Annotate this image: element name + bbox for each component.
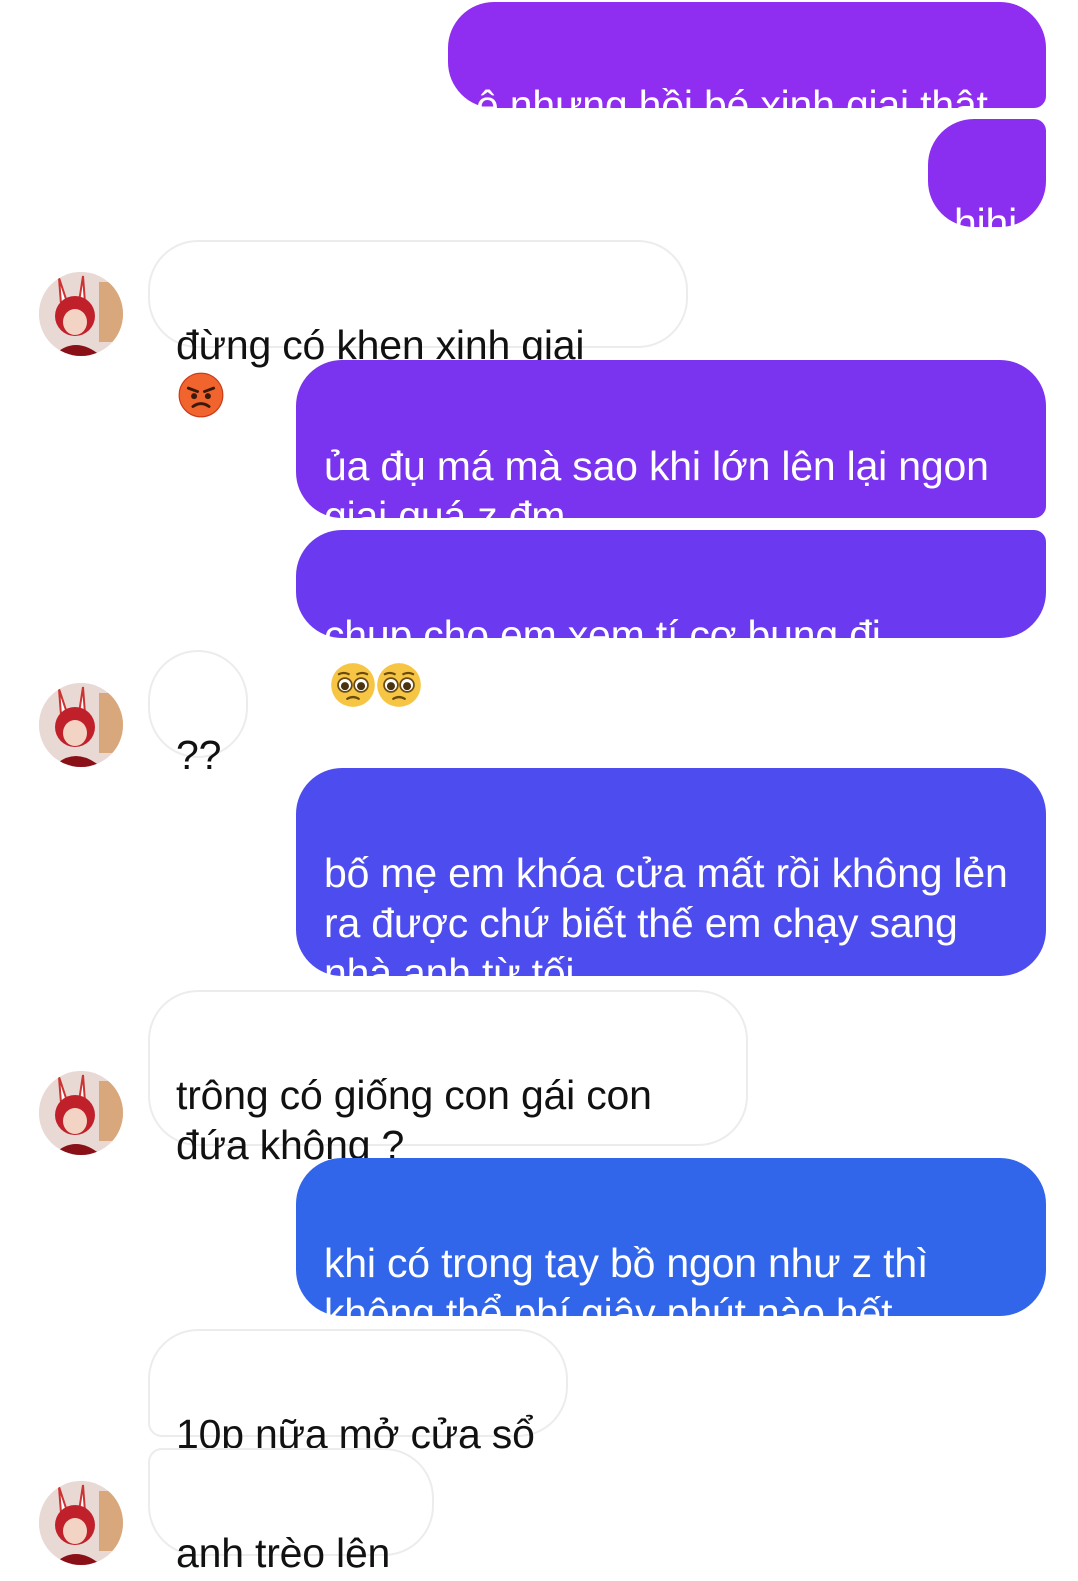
contact-avatar[interactable]	[39, 1071, 123, 1155]
incoming-message[interactable]: 10p nữa mở cửa sổ	[148, 1329, 568, 1457]
incoming-message[interactable]: ??	[148, 650, 248, 778]
contact-avatar[interactable]	[39, 683, 123, 767]
message-text: ê nhưng hồi bé xinh giai thật	[476, 82, 988, 128]
incoming-message[interactable]: đừng có khen xinh giai	[148, 240, 688, 418]
avatar-image	[39, 272, 123, 356]
incoming-message[interactable]: anh trèo lên	[148, 1448, 434, 1576]
pleading-face-icon	[377, 663, 421, 707]
incoming-message[interactable]: trông có giống con gái con đứa không ?	[148, 990, 748, 1168]
message-text: ??	[176, 732, 222, 778]
outgoing-message[interactable]: hihi	[928, 119, 1046, 246]
message-text: ủa đụ má mà sao khi lớn lên lại ngon gia…	[324, 443, 989, 539]
outgoing-message[interactable]: khi có trong tay bồ ngon như z thì không…	[296, 1158, 1046, 1386]
outgoing-message[interactable]: ê nhưng hồi bé xinh giai thật	[448, 2, 1046, 128]
outgoing-message[interactable]: chụp cho em xem tí cơ bụng đi	[296, 530, 1046, 707]
contact-avatar[interactable]	[39, 272, 123, 356]
avatar-image	[39, 1071, 123, 1155]
message-text: hihi	[954, 200, 1018, 246]
message-text: trông có giống con gái con đứa không ?	[176, 1072, 652, 1168]
message-text: bố mẹ em khóa cửa mất rồi không lẻn ra đ…	[324, 850, 1008, 996]
angry-face-icon	[178, 372, 224, 418]
outgoing-message[interactable]: bố mẹ em khóa cửa mất rồi không lẻn ra đ…	[296, 768, 1046, 1045]
message-text: khi có trong tay bồ ngon như z thì không…	[324, 1240, 929, 1336]
message-text: anh trèo lên	[176, 1530, 391, 1576]
contact-avatar[interactable]	[39, 1481, 123, 1565]
message-text: chụp cho em xem tí cơ bụng đi	[324, 612, 881, 658]
pleading-face-icon	[331, 663, 375, 707]
avatar-image	[39, 1481, 123, 1565]
avatar-image	[39, 683, 123, 767]
outgoing-message[interactable]: ủa đụ má mà sao khi lớn lên lại ngon gia…	[296, 360, 1046, 539]
